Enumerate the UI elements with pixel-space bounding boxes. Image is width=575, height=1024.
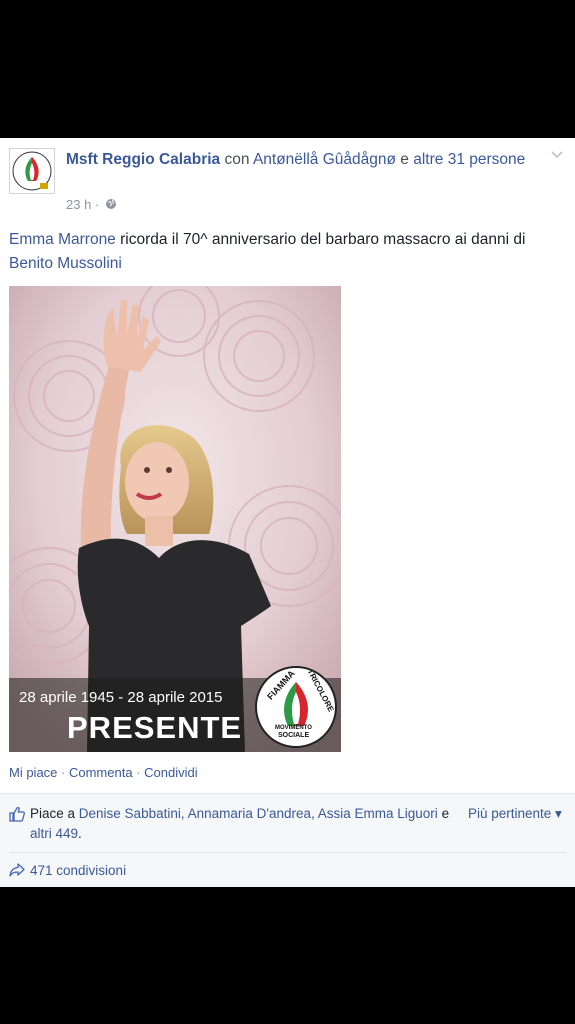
likes-suffix: . bbox=[78, 826, 82, 841]
mention-link-2[interactable]: Benito Mussolini bbox=[9, 255, 122, 272]
post-header: Msft Reggio Calabria con Antønëllå Gûådå… bbox=[66, 148, 536, 171]
globe-icon bbox=[105, 199, 116, 209]
comment-link[interactable]: Commenta bbox=[69, 765, 133, 780]
page-logo-icon bbox=[12, 151, 52, 191]
post-time[interactable]: 23 h · bbox=[66, 197, 99, 212]
logo-text-sociale: SOCIALE bbox=[278, 732, 310, 739]
logo-text-movimento: MOVIMENTO bbox=[275, 725, 312, 731]
separator: · bbox=[132, 765, 145, 780]
shares-count-link[interactable]: 471 condivisioni bbox=[30, 863, 126, 878]
other-likers-link[interactable]: altri 449 bbox=[30, 826, 78, 841]
with-word: con bbox=[224, 151, 250, 168]
likes-prefix: Piace a bbox=[30, 806, 79, 821]
post-text-body: ricorda il 70^ anniversario del barbaro … bbox=[115, 231, 526, 248]
tagged-person-link[interactable]: Antønëllå Gûådågnø bbox=[253, 151, 396, 168]
others-link[interactable]: altre 31 persone bbox=[413, 151, 525, 168]
share-arrow-icon bbox=[9, 863, 25, 877]
post-actions: Mi piace · Commenta · Condividi bbox=[9, 765, 198, 780]
like-link[interactable]: Mi piace bbox=[9, 765, 57, 780]
share-link[interactable]: Condividi bbox=[144, 765, 197, 780]
post-meta: 23 h · bbox=[66, 197, 117, 212]
post-photo[interactable]: 28 aprile 1945 - 28 aprile 2015 PRESENTE… bbox=[9, 286, 341, 752]
chevron-down-icon[interactable] bbox=[550, 149, 564, 161]
sort-dropdown[interactable]: Più pertinente ▾ bbox=[468, 806, 562, 822]
party-logo: FIAMMA TRICOLORE MOVIMENTO SOCIALE bbox=[255, 666, 337, 748]
separator: · bbox=[57, 765, 69, 780]
divider bbox=[9, 852, 566, 853]
thumbs-up-icon bbox=[9, 806, 25, 822]
likes-and: e bbox=[437, 806, 450, 821]
likers-link[interactable]: Denise Sabbatini, Annamaria D'andrea, As… bbox=[79, 806, 438, 821]
photo-caption-dates: 28 aprile 1945 - 28 aprile 2015 bbox=[19, 689, 223, 706]
mention-link-1[interactable]: Emma Marrone bbox=[9, 231, 116, 248]
page-name-link[interactable]: Msft Reggio Calabria bbox=[66, 151, 220, 168]
page-avatar[interactable] bbox=[9, 148, 55, 194]
and-word: e bbox=[400, 151, 409, 168]
likes-summary: Piace a Denise Sabbatini, Annamaria D'an… bbox=[30, 804, 450, 844]
post-text: Emma Marrone ricorda il 70^ anniversario… bbox=[9, 228, 569, 276]
photo-caption-title: PRESENTE bbox=[67, 710, 243, 745]
